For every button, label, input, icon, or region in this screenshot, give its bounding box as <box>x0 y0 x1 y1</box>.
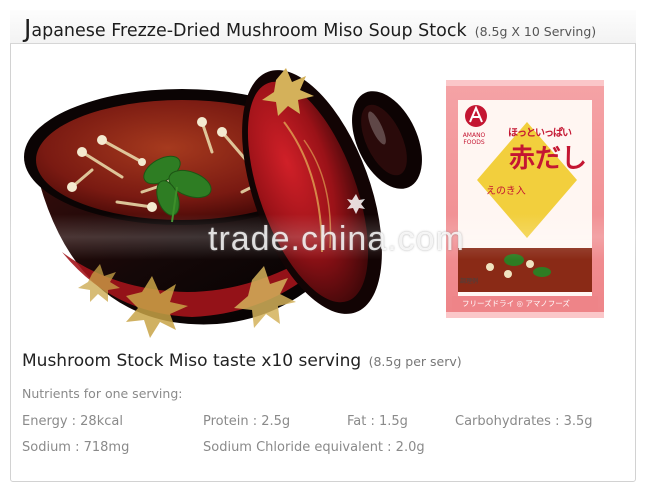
title-serving-note: (8.5g X 10 Serving) <box>474 24 597 39</box>
package-jp-main: 赤だし <box>509 144 588 174</box>
nutrient-energy: Energy : 28kcal <box>22 414 123 429</box>
package-brand: AMANO FOODS <box>462 132 486 146</box>
nutrient-sodium: Sodium : 718mg <box>22 440 130 455</box>
nutrient-carbohydrates: Carbohydrates : 3.5g <box>455 414 593 429</box>
watermark-text: trade.china.com <box>208 220 465 258</box>
product-info-title: Mushroom Stock Miso taste x10 serving (8… <box>22 351 462 371</box>
product-photo <box>24 68 604 338</box>
serving-size-note: (8.5g per serv) <box>368 354 462 369</box>
package-jp-sub: えのき入 <box>486 186 526 197</box>
package-jp-footer: フリーズドライ ◎ アマノフーズ <box>462 299 570 308</box>
page-title: Japanese Frezze-Dried Mushroom Miso Soup… <box>24 14 597 43</box>
nutrient-fat: Fat : 1.5g <box>347 414 408 429</box>
package-jp-top: ほっといっぱい <box>508 128 572 139</box>
nutrients-heading: Nutrients for one serving: <box>22 386 183 401</box>
nutrient-protein: Protein : 2.5g <box>203 414 291 429</box>
nutrient-sodium-chloride: Sodium Chloride equivalent : 2.0g <box>203 440 425 455</box>
title-bar: Japanese Frezze-Dried Mushroom Miso Soup… <box>10 10 636 44</box>
package-jp-small: 調理例 <box>460 278 479 285</box>
